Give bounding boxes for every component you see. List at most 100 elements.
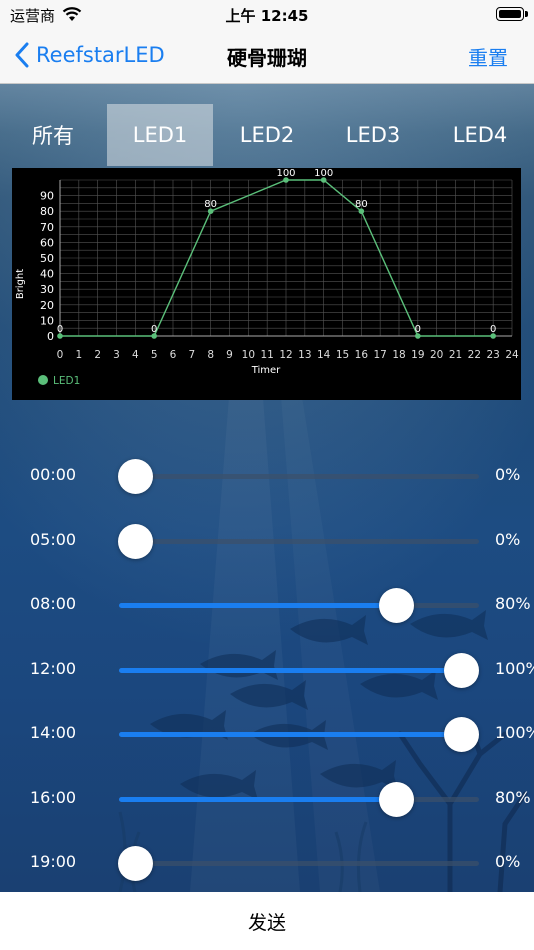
slider-value-label: 80% xyxy=(495,594,531,613)
navigation-bar: ReefstarLED 硬骨珊瑚 重置 xyxy=(0,28,534,84)
chart-x-tick-label: 10 xyxy=(242,349,255,361)
chart-x-tick-label: 24 xyxy=(505,349,519,361)
clock: 上午 12:45 xyxy=(225,7,309,25)
slider-row: 14:00 100% xyxy=(0,714,534,754)
chart-y-tick-label: 50 xyxy=(40,252,54,265)
brightness-slider[interactable] xyxy=(119,588,479,623)
slider-value-label: 80% xyxy=(495,788,531,807)
chart-x-tick-label: 0 xyxy=(57,349,64,361)
back-button-label: ReefstarLED xyxy=(36,43,165,67)
back-button[interactable]: ReefstarLED xyxy=(14,38,165,72)
battery-icon xyxy=(496,7,528,21)
brightness-slider[interactable] xyxy=(119,717,479,752)
chart-x-tick-label: 20 xyxy=(430,349,443,361)
tab-led1[interactable]: LED1 xyxy=(107,104,213,166)
chart-y-tick-label: 40 xyxy=(40,268,54,281)
brightness-slider[interactable] xyxy=(119,782,479,817)
slider-time-label: 16:00 xyxy=(30,788,77,807)
chart-x-tick-label: 13 xyxy=(298,349,311,361)
chart-y-tick-label: 90 xyxy=(40,190,54,203)
led-tabs: 所有 LED1 LED2 LED3 LED4 xyxy=(0,104,534,166)
tab-label: LED4 xyxy=(452,123,508,147)
slider-thumb[interactable] xyxy=(378,782,414,817)
slider-thumb[interactable] xyxy=(118,459,153,494)
chart-x-tick-label: 9 xyxy=(226,349,233,361)
chart-x-tick-label: 14 xyxy=(317,349,331,361)
bottom-bar: 发送 xyxy=(0,892,534,950)
slider-thumb[interactable] xyxy=(444,717,479,752)
chart-x-tick-label: 17 xyxy=(373,349,386,361)
chart-x-tick-label: 16 xyxy=(355,349,369,361)
tab-led2[interactable]: LED2 xyxy=(214,104,320,166)
chart-y-tick-label: 80 xyxy=(40,205,54,218)
chart-legend-swatch xyxy=(38,375,48,385)
brightness-slider[interactable] xyxy=(118,524,479,559)
chart-x-tick-label: 5 xyxy=(151,349,158,361)
slider-row: 19:00 0% xyxy=(0,843,534,883)
slider-row: 00:00 0% xyxy=(0,456,534,496)
tab-all[interactable]: 所有 xyxy=(0,104,106,166)
brightness-slider[interactable] xyxy=(119,653,479,688)
slider-time-label: 12:00 xyxy=(30,659,77,678)
chart-y-tick-label: 60 xyxy=(40,236,54,249)
tab-label: LED3 xyxy=(345,123,401,147)
slider-value-label: 100% xyxy=(495,659,534,678)
chart-x-tick-label: 19 xyxy=(411,349,424,361)
send-button[interactable]: 发送 xyxy=(0,892,534,950)
tab-led3[interactable]: LED3 xyxy=(320,104,426,166)
chart-data-label: 80 xyxy=(204,199,217,210)
status-bar: 运营商 上午 12:45 xyxy=(0,0,534,28)
slider-fill xyxy=(119,668,461,673)
slider-value-label: 0% xyxy=(495,465,521,484)
chart-y-tick-label: 0 xyxy=(47,330,54,343)
slider-time-label: 08:00 xyxy=(30,594,77,613)
slider-value-label: 0% xyxy=(495,530,521,549)
slider-fill xyxy=(119,797,396,802)
tab-label: LED2 xyxy=(239,123,295,147)
slider-time-label: 19:00 xyxy=(30,852,77,871)
chart-y-tick-label: 30 xyxy=(40,283,54,296)
slider-value-label: 100% xyxy=(495,723,534,742)
slider-time-label: 05:00 xyxy=(30,530,77,549)
chart-data-label: 100 xyxy=(314,168,333,179)
slider-thumb[interactable] xyxy=(444,653,479,688)
slider-fill xyxy=(119,603,396,608)
brightness-slider[interactable] xyxy=(118,846,479,881)
slider-thumb[interactable] xyxy=(118,846,153,881)
chart-y-tick-label: 10 xyxy=(40,314,54,327)
chevron-left-icon xyxy=(15,42,29,68)
chart-x-tick-label: 23 xyxy=(486,349,499,361)
brightness-slider[interactable] xyxy=(118,459,479,494)
chart-x-tick-label: 6 xyxy=(170,349,177,361)
main-content: 所有 LED1 LED2 LED3 LED4 0 10 20 30 40 50 60 70 80… xyxy=(0,84,534,892)
slider-row: 05:00 0% xyxy=(0,521,534,561)
slider-thumb[interactable] xyxy=(378,588,414,623)
chart-y-axis-label: Bright xyxy=(15,269,26,299)
chart-x-tick-label: 7 xyxy=(188,349,195,361)
slider-row: 12:00 100% xyxy=(0,650,534,690)
tab-led4[interactable]: LED4 xyxy=(427,104,533,166)
chart-x-tick-label: 22 xyxy=(468,349,481,361)
chart-legend-label: LED1 xyxy=(53,375,80,387)
brightness-chart: 0 10 20 30 40 50 60 70 80 90 0 1 2 3 4 5 6 7 8 9 10 11 12 13 14 1… xyxy=(12,168,521,400)
chart-x-tick-label: 1 xyxy=(75,349,82,361)
slider-thumb[interactable] xyxy=(118,524,153,559)
slider-fill xyxy=(119,732,461,737)
chart-x-tick-label: 8 xyxy=(207,349,214,361)
slider-time-label: 00:00 xyxy=(30,465,77,484)
chart-x-tick-label: 2 xyxy=(94,349,101,361)
chart-x-tick-label: 3 xyxy=(113,349,120,361)
tab-label: 所有 xyxy=(32,124,74,148)
chart-data-label: 80 xyxy=(355,199,368,210)
reset-button[interactable]: 重置 xyxy=(468,42,508,71)
slider-time-label: 14:00 xyxy=(30,723,77,742)
chart-y-tick-label: 20 xyxy=(40,299,54,312)
chart-data-label: 0 xyxy=(151,324,157,335)
chart-x-tick-label: 15 xyxy=(336,349,349,361)
chart-data-label: 0 xyxy=(415,324,421,335)
slider-value-label: 0% xyxy=(495,852,521,871)
chart-x-tick-label: 11 xyxy=(260,349,273,361)
chart-x-tick-label: 21 xyxy=(449,349,462,361)
tab-label: LED1 xyxy=(132,123,188,147)
chart-data-label: 100 xyxy=(276,168,295,179)
